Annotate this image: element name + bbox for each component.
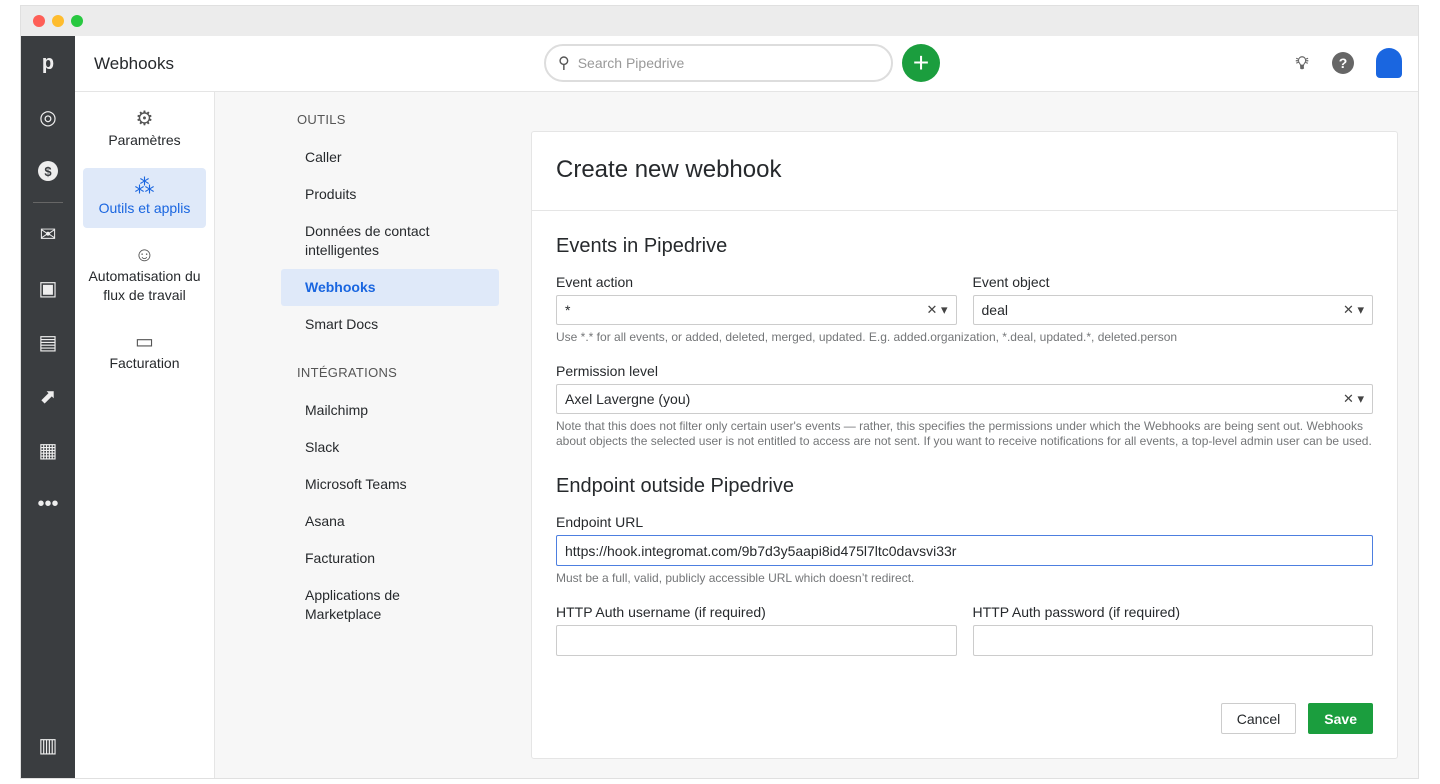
mail-icon[interactable]: ✉ (21, 207, 75, 261)
subnav-item[interactable]: Facturation (281, 540, 499, 577)
calendar-icon[interactable]: ▣ (21, 261, 75, 315)
endpoint-url-input[interactable]: https://hook.integromat.com/9b7d3y5aapi8… (556, 535, 1373, 566)
products-icon[interactable]: ▦ (21, 423, 75, 477)
subnav-item[interactable]: Produits (281, 176, 499, 213)
settings-nav: ⚙ Paramètres ⁂ Outils et applis ☺ Automatis… (75, 92, 215, 778)
top-header: Webhooks ⚲ Search Pipedrive + 💡︎ ? (75, 36, 1418, 92)
select-value: Axel Lavergne (you) (565, 391, 690, 407)
password-label: HTTP Auth password (if required) (973, 604, 1374, 620)
permission-label: Permission level (556, 363, 1373, 379)
settings-nav-automation[interactable]: ☺ Automatisation du flux de travail (83, 236, 206, 315)
dollar-icon[interactable]: $ (21, 144, 75, 198)
insights-icon[interactable]: ⬈ (21, 369, 75, 423)
event-object-select[interactable]: deal ✕ ▾ (973, 295, 1374, 325)
nav-label: Automatisation du flux de travail (88, 268, 200, 303)
section-heading: OUTILS (281, 112, 499, 127)
select-value: * (565, 302, 570, 318)
help-icon[interactable]: ? (1332, 52, 1354, 74)
search-placeholder: Search Pipedrive (578, 55, 685, 71)
subnav-item[interactable]: Caller (281, 139, 499, 176)
subnav-item[interactable]: Slack (281, 429, 499, 466)
permission-select[interactable]: Axel Lavergne (you) ✕ ▾ (556, 384, 1373, 414)
username-label: HTTP Auth username (if required) (556, 604, 957, 620)
nav-label: Paramètres (108, 132, 180, 148)
credit-card-icon: ▭ (85, 333, 204, 352)
form-title: Create new webhook (556, 156, 1373, 184)
pipedrive-logo[interactable]: p (21, 36, 75, 90)
close-window-button[interactable] (33, 15, 45, 27)
webhook-form-card: Create new webhook Events in Pipedrive E… (531, 131, 1398, 759)
subnav-item[interactable]: Smart Docs (281, 306, 499, 343)
cancel-button[interactable]: Cancel (1221, 703, 1297, 734)
settings-nav-outils[interactable]: ⁂ Outils et applis (83, 168, 206, 228)
subnav-item[interactable]: Applications de Marketplace (281, 577, 499, 633)
add-button[interactable]: + (902, 44, 940, 82)
clear-chevron-icon[interactable]: ✕ ▾ (1343, 302, 1364, 318)
select-value: deal (982, 302, 1008, 318)
nav-label: Facturation (109, 355, 179, 371)
section-heading: INTÉGRATIONS (281, 365, 499, 380)
target-icon[interactable]: ◎ (21, 90, 75, 144)
event-hint: Use *.* for all events, or added, delete… (556, 330, 1373, 345)
tools-icon: ⁂ (85, 178, 204, 197)
app-window: p ◎ $ ✉ ▣ ▤ ⬈ ▦ ••• ▥ Webhooks ⚲ Search P… (20, 5, 1419, 779)
minimize-window-button[interactable] (52, 15, 64, 27)
subnav-item[interactable]: Asana (281, 503, 499, 540)
event-action-select[interactable]: * ✕ ▾ (556, 295, 957, 325)
maximize-window-button[interactable] (71, 15, 83, 27)
event-action-label: Event action (556, 274, 957, 290)
permission-hint: Note that this does not filter only cert… (556, 419, 1373, 449)
endpoint-heading: Endpoint outside Pipedrive (556, 475, 1373, 498)
search-input[interactable]: ⚲ Search Pipedrive (544, 44, 893, 82)
lightbulb-icon[interactable]: 💡︎ (1291, 52, 1313, 74)
clear-chevron-icon[interactable]: ✕ ▾ (926, 302, 947, 318)
settings-nav-billing[interactable]: ▭ Facturation (83, 323, 206, 383)
page-title: Webhooks (94, 54, 174, 74)
endpoint-label: Endpoint URL (556, 514, 1373, 530)
nav-label: Outils et applis (99, 200, 191, 216)
search-icon: ⚲ (558, 53, 570, 73)
subnav-item-active[interactable]: Webhooks (281, 269, 499, 306)
username-input[interactable] (556, 625, 957, 656)
subnav-item[interactable]: Mailchimp (281, 392, 499, 429)
more-icon[interactable]: ••• (21, 477, 75, 531)
event-object-label: Event object (973, 274, 1374, 290)
events-heading: Events in Pipedrive (556, 235, 1373, 258)
gear-icon: ⚙ (85, 110, 204, 129)
save-button[interactable]: Save (1308, 703, 1373, 734)
marketplace-icon[interactable]: ▥ (21, 718, 75, 772)
clear-chevron-icon[interactable]: ✕ ▾ (1343, 391, 1364, 407)
main-rail: p ◎ $ ✉ ▣ ▤ ⬈ ▦ ••• ▥ (21, 36, 75, 778)
title-bar (21, 6, 1418, 36)
avatar[interactable] (1376, 48, 1402, 78)
robot-icon: ☺ (85, 246, 204, 265)
subnav-item[interactable]: Données de contact intelligentes (281, 213, 499, 269)
rail-divider (33, 202, 63, 203)
settings-nav-parametres[interactable]: ⚙ Paramètres (83, 100, 206, 160)
tools-subnav: OUTILS Caller Produits Données de contac… (281, 112, 499, 633)
contacts-icon[interactable]: ▤ (21, 315, 75, 369)
endpoint-hint: Must be a full, valid, publicly accessib… (556, 571, 1373, 586)
password-input[interactable] (973, 625, 1374, 656)
subnav-item[interactable]: Microsoft Teams (281, 466, 499, 503)
